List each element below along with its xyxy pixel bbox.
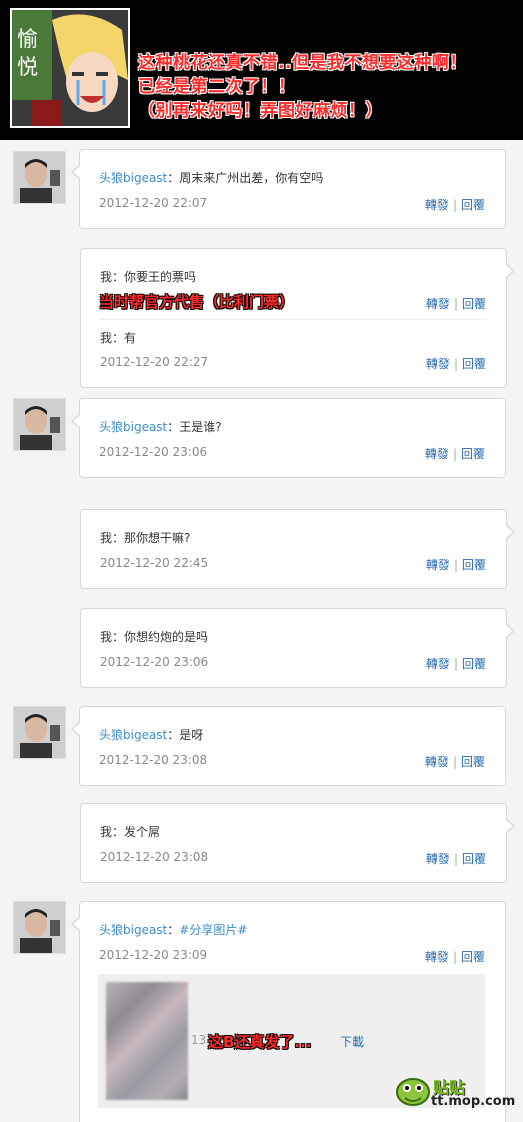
sender-name[interactable]: 头狼bigeast — [99, 728, 167, 742]
message-actions: 轉發 | 回覆 — [425, 657, 486, 671]
message-time: 2012-12-20 22:07 — [99, 196, 208, 210]
annotation-caption: 这B还真发了... — [208, 1033, 312, 1051]
message-time: 2012-12-20 23:09 — [99, 948, 208, 962]
repost-link[interactable]: 轉發 — [426, 852, 450, 866]
repost-link[interactable]: 轉發 — [425, 447, 449, 461]
message-card: 我：发个屌 2012-12-20 23:08 轉發 | 回覆 — [80, 803, 515, 883]
banner-line-1: 这种桃花还真不错..但是我不想要这种啊！ — [138, 53, 467, 73]
reply-link[interactable]: 回覆 — [462, 558, 486, 572]
repost-link[interactable]: 轉發 — [425, 198, 449, 212]
message-actions: 轉發 | 回覆 — [424, 447, 485, 461]
reply-link[interactable]: 回覆 — [461, 950, 485, 964]
repost-link[interactable]: 轉發 — [425, 755, 449, 769]
message-card: 我：你想约炮的是吗 2012-12-20 23:06 轉發 | 回覆 — [80, 608, 515, 688]
message-actions: 轉發 | 回覆 — [424, 950, 485, 964]
message-actions: 轉發 | 回覆 — [425, 357, 486, 371]
reply-link[interactable]: 回覆 — [462, 297, 486, 311]
message-time: 2012-12-20 23:08 — [100, 850, 209, 864]
message-text: 头狼bigeast：#分享图片# — [99, 923, 248, 937]
repost-link[interactable]: 轉發 — [426, 297, 450, 311]
message-time: 2012-12-20 22:27 — [100, 355, 209, 369]
watermark-url: tt.mop.com — [431, 1094, 516, 1109]
banner-line-3: （别再来好吗！弄图好麻烦！） — [138, 101, 383, 121]
sender-name[interactable]: 头狼bigeast — [99, 420, 167, 434]
sender-name[interactable]: 头狼bigeast — [99, 171, 167, 185]
message-time: 2012-12-20 22:45 — [100, 556, 209, 570]
message-card: 头狼bigeast：王是谁? 2012-12-20 23:06 轉發 | 回覆 — [71, 398, 506, 478]
message-card: 头狼bigeast：周末来广州出差，你有空吗 2012-12-20 22:07 … — [71, 149, 506, 229]
tietie-watermark: 贴贴 tt.mop.com — [395, 1072, 515, 1114]
message-card: 我：你要王的票吗 当时帮官方代售（比利门票） 轉發 | 回覆 我：有 2012-12… — [80, 248, 515, 388]
sender-avatar[interactable] — [13, 151, 66, 204]
reply-link[interactable]: 回覆 — [461, 447, 485, 461]
message-card: 我：那你想干嘛? 2012-12-20 22:45 轉發 | 回覆 — [80, 509, 515, 589]
message-actions: 轉發 | 回覆 — [425, 558, 486, 572]
message-actions: 轉發 | 回覆 — [425, 852, 486, 866]
annotation-caption: 当时帮官方代售（比利门票） — [99, 293, 295, 311]
message-text: 我：有 — [100, 331, 137, 345]
message-text: 头狼bigeast：王是谁? — [99, 420, 222, 434]
sender-name[interactable]: 头狼bigeast — [99, 923, 167, 937]
mascot-icon — [396, 1078, 430, 1106]
message-card: 头狼bigeast：是呀 2012-12-20 23:08 轉發 | 回覆 — [71, 706, 506, 786]
anime-avatar: 愉悦 — [10, 8, 130, 128]
message-text: 我：那你想干嘛? — [100, 531, 191, 545]
message-text: 我：发个屌 — [100, 825, 161, 839]
repost-link[interactable]: 轉發 — [425, 950, 449, 964]
message-text: 我：你想约炮的是吗 — [100, 630, 209, 644]
message-time: 2012-12-20 23:06 — [100, 655, 209, 669]
download-link[interactable]: 下載 — [340, 1033, 364, 1050]
sender-avatar[interactable] — [13, 398, 66, 451]
reply-link[interactable]: 回覆 — [462, 657, 486, 671]
repost-link[interactable]: 轉發 — [426, 558, 450, 572]
message-time: 2012-12-20 23:06 — [99, 445, 208, 459]
header-banner: 愉悦 这种桃花还真不错..但是我不想要这种啊！ 已经是第二次了！！ （别再来好吗… — [0, 0, 523, 140]
message-actions: 轉發 | 回覆 — [424, 755, 485, 769]
repost-link[interactable]: 轉發 — [426, 357, 450, 371]
message-time: 2012-12-20 23:08 — [99, 753, 208, 767]
avatar-caption: 愉悦 — [17, 27, 38, 79]
repost-link[interactable]: 轉發 — [426, 657, 450, 671]
reply-link[interactable]: 回覆 — [462, 852, 486, 866]
message-actions: 轉發 | 回覆 — [424, 198, 485, 212]
hashtag-link[interactable]: #分享图片# — [179, 923, 247, 937]
reply-link[interactable]: 回覆 — [462, 357, 486, 371]
reply-link[interactable]: 回覆 — [461, 198, 485, 212]
banner-line-2: 已经是第二次了！！ — [138, 77, 296, 97]
message-actions: 轉發 | 回覆 — [425, 297, 486, 311]
reply-link[interactable]: 回覆 — [461, 755, 485, 769]
message-text: 头狼bigeast：周末来广州出差，你有空吗 — [99, 171, 324, 185]
blurred-image-thumbnail[interactable] — [106, 982, 188, 1100]
sender-avatar[interactable] — [13, 901, 66, 954]
message-text: 我：你要王的票吗 — [100, 270, 197, 284]
sender-avatar[interactable] — [13, 706, 66, 759]
message-text: 头狼bigeast：是呀 — [99, 728, 204, 742]
